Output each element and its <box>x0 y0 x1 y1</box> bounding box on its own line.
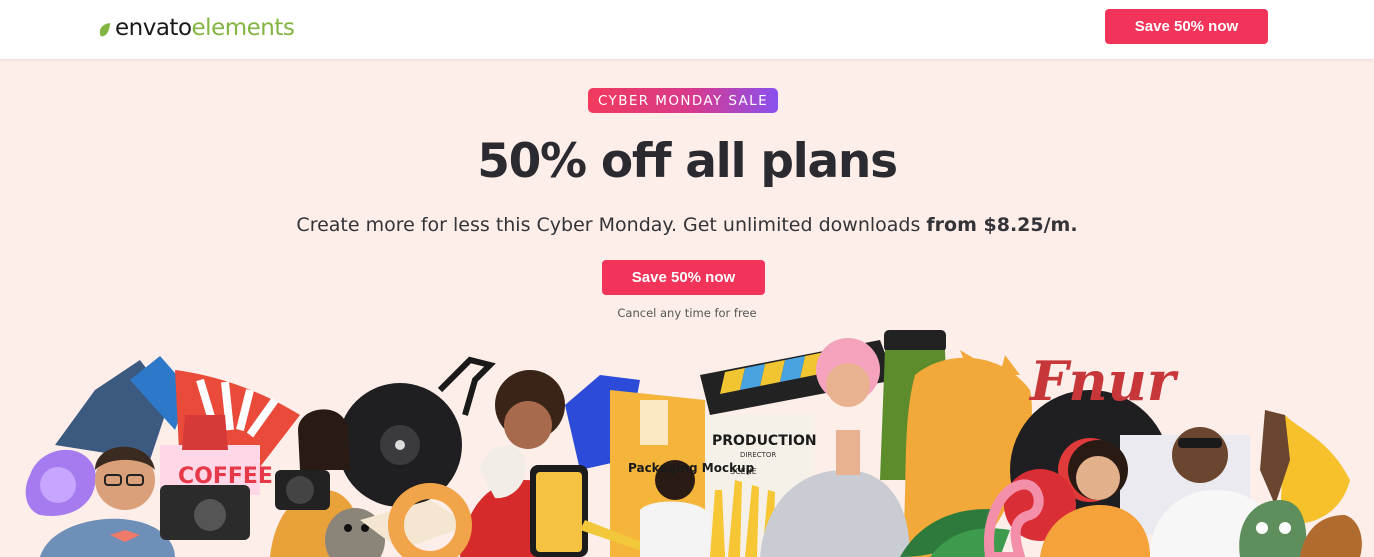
clapper-director-text: DIRECTOR <box>740 451 776 459</box>
subtitle-text: Create more for less this Cyber Monday. … <box>296 214 927 236</box>
hero-subtitle: Create more for less this Cyber Monday. … <box>0 214 1374 236</box>
packaging-bag-text: Packaging Mockup <box>628 461 755 475</box>
hero-save-button[interactable]: Save 50% now <box>602 260 765 295</box>
cyber-monday-badge: CYBER MONDAY SALE <box>588 88 778 113</box>
creative-assets-collage: COFFEE Fnur PRODUCTION DIRECTOR SCENE Pa… <box>25 330 1362 557</box>
logo-word-elements: elements <box>191 15 295 41</box>
top-header: envato elements Save 50% now <box>0 0 1374 59</box>
retro-sign-text: Fnur <box>1028 349 1179 413</box>
hero-title: 50% off all plans <box>477 134 898 189</box>
leaf-icon <box>99 22 110 36</box>
header-save-button[interactable]: Save 50% now <box>1105 9 1268 44</box>
clapper-title-text: PRODUCTION <box>712 433 817 449</box>
cancel-note: Cancel any time for free <box>617 306 757 320</box>
subtitle-price: from $8.25/m. <box>926 214 1078 236</box>
envato-elements-logo[interactable]: envato elements <box>97 13 295 43</box>
logo-word-envato: envato <box>115 15 192 41</box>
